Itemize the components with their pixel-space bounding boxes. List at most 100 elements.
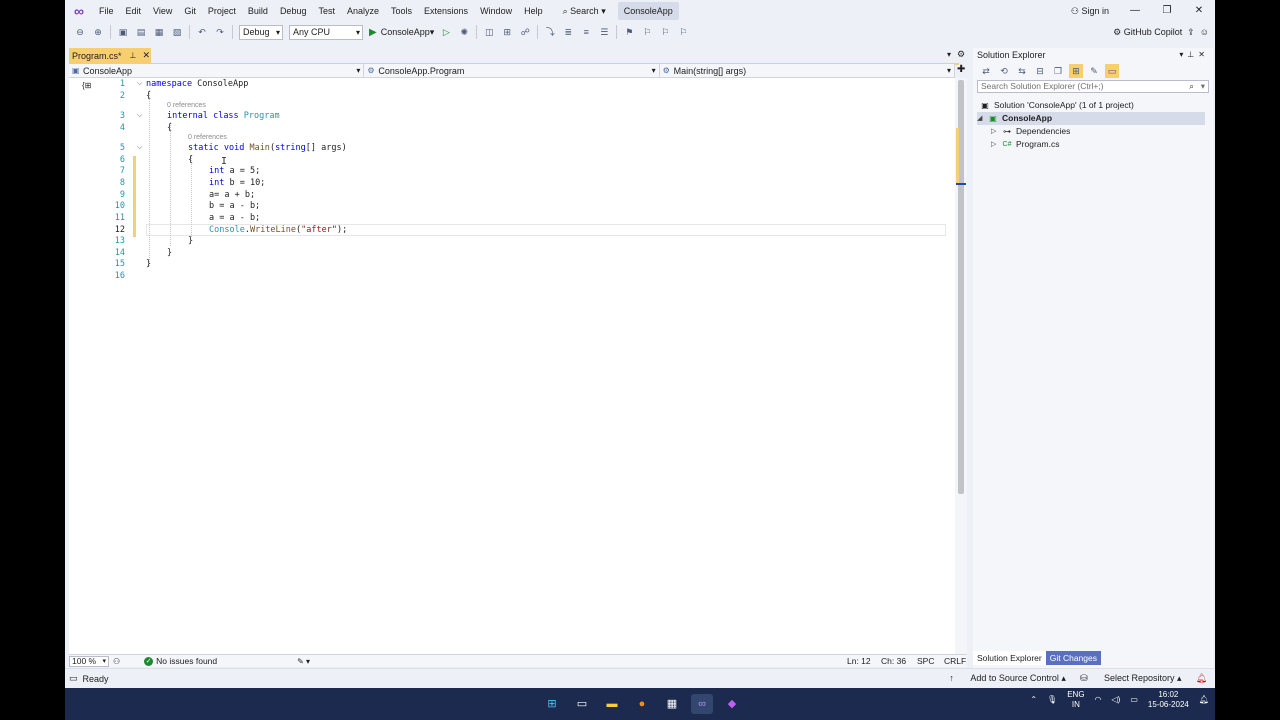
code-cleanup-icon[interactable]: ✎ ▾	[297, 657, 310, 666]
clock[interactable]: 16:02 15-06-2024	[1148, 690, 1189, 710]
line-indicator[interactable]: Ln: 12	[847, 656, 871, 666]
menu-file[interactable]: File	[93, 0, 120, 22]
visual-studio-taskbar-icon[interactable]: ∞	[691, 694, 713, 714]
tree-item-dependencies[interactable]: ▷ ⊶ Dependencies	[991, 125, 1070, 138]
menu-edit[interactable]: Edit	[120, 0, 148, 22]
task-view-icon[interactable]: ▭	[571, 694, 593, 714]
hot-reload-icon[interactable]: ✺	[457, 25, 471, 39]
forward-icon[interactable]: ⊕	[91, 25, 105, 39]
save-icon[interactable]: ▦	[152, 25, 166, 39]
code-editor[interactable]: {⊞ 1 2 3 4 5 6 7 8 9 10 11 12 13 14 15 1…	[69, 78, 959, 654]
add-to-source-control[interactable]: ↑ Add to Source Control ▴	[949, 673, 1066, 684]
menu-help[interactable]: Help	[518, 0, 549, 22]
fold-chevron-icon[interactable]: ⌵	[137, 80, 142, 88]
back-icon[interactable]: ⊖	[73, 25, 87, 39]
collapsed-arrow-icon[interactable]: ▷	[991, 138, 1001, 151]
whitespace-indicator[interactable]: SPC	[917, 656, 934, 666]
split-editor-icon[interactable]: ✚	[957, 64, 965, 75]
history-icon[interactable]: ⟲	[997, 64, 1011, 78]
clear-bookmarks-icon[interactable]: ⚐	[676, 25, 690, 39]
tab-overflow-icon[interactable]: ▾	[947, 50, 951, 59]
step-icon[interactable]: ⤵	[543, 25, 557, 39]
fold-chevron-icon[interactable]: ⌵	[137, 144, 142, 152]
tab-solution-explorer[interactable]: Solution Explorer	[973, 651, 1046, 665]
collapsed-arrow-icon[interactable]: ▷	[991, 125, 1001, 138]
github-copilot-button[interactable]: ⚙ GitHub Copilot ⇪ ☺	[1113, 27, 1215, 38]
platform-select[interactable]: Any CPU	[289, 24, 363, 40]
battery-icon[interactable]: ▭	[1130, 695, 1138, 705]
show-all-files-icon[interactable]: ❐	[1051, 64, 1065, 78]
prev-bookmark-icon[interactable]: ⚐	[640, 25, 654, 39]
tray-overflow-icon[interactable]: ⌃	[1030, 695, 1037, 705]
start-debugging-button[interactable]: ▶ ConsoleApp ▾	[369, 27, 434, 38]
expanded-arrow-icon[interactable]: ◢	[977, 112, 987, 125]
language-indicator[interactable]: ENG IN	[1067, 690, 1084, 710]
tab-program-cs[interactable]: Program.cs* ⊥ ✕	[69, 48, 151, 63]
format-icon[interactable]: ≣	[561, 25, 575, 39]
solution-explorer-search[interactable]: Search Solution Explorer (Ctrl+;) ⌕ ▾	[977, 80, 1209, 93]
tree-item-program-cs[interactable]: ▷ C# Program.cs	[991, 138, 1059, 151]
menu-tools[interactable]: Tools	[385, 0, 418, 22]
switch-views-icon[interactable]: ⊞	[1069, 64, 1083, 78]
undo-icon[interactable]: ↶	[195, 25, 209, 39]
codelens-references-method[interactable]: 0 references	[188, 134, 227, 141]
intellicode-icon[interactable]: ⚇	[113, 657, 120, 666]
volume-icon[interactable]: ◁)	[1112, 695, 1121, 705]
project-dropdown[interactable]: ▣ ConsoleApp	[69, 64, 365, 77]
pending-changes-icon[interactable]: ⇆	[1015, 64, 1029, 78]
search-menu[interactable]: ⌕ Search ▾	[557, 0, 612, 22]
line-ending-indicator[interactable]: CRLF	[944, 656, 966, 666]
new-project-icon[interactable]: ▣	[116, 25, 130, 39]
fold-chevron-icon[interactable]: ⌵	[137, 112, 142, 120]
configuration-select[interactable]: Debug	[239, 24, 283, 40]
member-dropdown[interactable]: ⚙ Main(string[] args)	[660, 64, 955, 77]
menu-git[interactable]: Git	[178, 0, 202, 22]
zoom-select[interactable]: 100 %	[69, 655, 109, 667]
minimize-button[interactable]: —	[1119, 0, 1151, 22]
diagnostics-icon[interactable]: ☍	[518, 25, 532, 39]
collapse-all-icon[interactable]: ⊟	[1033, 64, 1047, 78]
codelens-references-class[interactable]: 0 references	[167, 102, 206, 109]
layout-icon[interactable]: ⊞	[500, 25, 514, 39]
sign-in-button[interactable]: ⚇ Sign in	[1061, 0, 1119, 22]
issues-indicator[interactable]: ✓ No issues found	[144, 656, 217, 666]
uncomment-icon[interactable]: ☰	[597, 25, 611, 39]
start-without-debugging-icon[interactable]: ▷	[439, 25, 453, 39]
menu-analyze[interactable]: Analyze	[341, 0, 385, 22]
menu-test[interactable]: Test	[312, 0, 341, 22]
editor-vertical-scrollbar[interactable]	[955, 78, 967, 654]
next-bookmark-icon[interactable]: ⚐	[658, 25, 672, 39]
tab-git-changes[interactable]: Git Changes	[1045, 651, 1101, 665]
pin-icon[interactable]: ⊥	[130, 51, 137, 60]
sync-icon[interactable]: ⇄	[979, 64, 993, 78]
tree-item-solution[interactable]: ▣ Solution 'ConsoleApp' (1 of 1 project)	[979, 99, 1134, 112]
menu-build[interactable]: Build	[242, 0, 274, 22]
save-all-icon[interactable]: ▧	[170, 25, 184, 39]
microphone-icon[interactable]: 🎙︎	[1047, 695, 1057, 705]
menu-view[interactable]: View	[147, 0, 178, 22]
menu-extensions[interactable]: Extensions	[418, 0, 474, 22]
menu-project[interactable]: Project	[202, 0, 242, 22]
column-indicator[interactable]: Ch: 36	[881, 656, 906, 666]
menu-debug[interactable]: Debug	[274, 0, 313, 22]
properties-icon[interactable]: ✎	[1087, 64, 1101, 78]
firefox-icon[interactable]: ●	[631, 694, 653, 714]
code-text-area[interactable]: namespace ConsoleApp { 0 references inte…	[146, 78, 956, 654]
tree-item-project[interactable]: ◢ ▣ ConsoleApp	[977, 112, 1205, 125]
menu-window[interactable]: Window	[474, 0, 518, 22]
close-tab-icon[interactable]: ✕	[142, 50, 150, 61]
comment-icon[interactable]: ≡	[579, 25, 593, 39]
preview-icon[interactable]: ▭	[1105, 64, 1119, 78]
close-window-button[interactable]: ✕	[1183, 0, 1215, 22]
select-repository[interactable]: ⛁ Select Repository ▴	[1080, 673, 1182, 684]
notifications-icon[interactable]: 🔔︎	[1196, 673, 1207, 684]
restore-button[interactable]: ❐	[1151, 0, 1183, 22]
class-dropdown[interactable]: ⚙ ConsoleApp.Program	[364, 64, 660, 77]
panel-window-buttons[interactable]: ▾⊥✕	[1179, 48, 1213, 62]
notification-center-icon[interactable]: 🔔︎	[1199, 695, 1209, 705]
windows-start-icon[interactable]: ⊞	[541, 694, 563, 714]
clapper-app-icon[interactable]: ▦	[661, 694, 683, 714]
search-options-icon[interactable]: ▾	[1201, 81, 1205, 92]
open-icon[interactable]: ▤	[134, 25, 148, 39]
tab-settings-icon[interactable]: ⚙	[957, 49, 965, 60]
